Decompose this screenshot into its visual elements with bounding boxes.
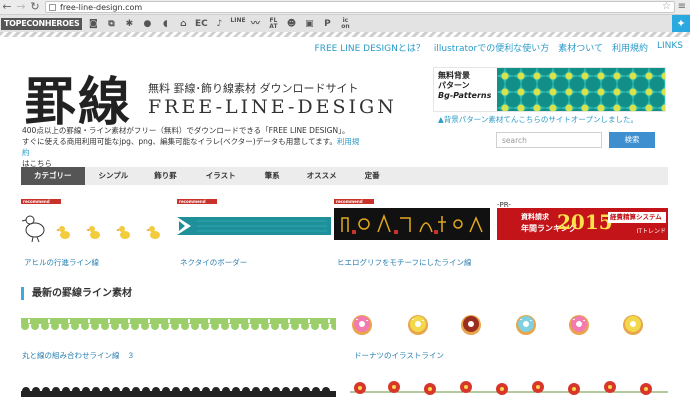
top-link-about[interactable]: FREE LINE DESIGNとは？	[315, 41, 425, 54]
top-link-links[interactable]: LINKS	[657, 41, 683, 54]
bubble-icon[interactable]: ●	[140, 18, 154, 30]
home-icon[interactable]: ⌂	[176, 18, 190, 30]
camera-icon[interactable]: ◙	[86, 18, 100, 30]
ducks-line-image[interactable]	[21, 213, 166, 243]
address-bar[interactable]: free-line-design.com ☆	[45, 1, 675, 13]
banner-line2: パターン	[438, 81, 470, 90]
top-link-materials[interactable]: 素材ついて	[558, 41, 603, 54]
card-title-tie[interactable]: ネクタイのボーダー	[180, 257, 247, 268]
smile-icon[interactable]: ☻	[284, 18, 298, 30]
browser-chrome: ← → ↻ free-line-design.com ☆ ≡	[0, 0, 690, 15]
ad-line4: ITトレンド	[636, 228, 666, 235]
forward-icon[interactable]: →	[14, 0, 28, 14]
card-title-ducks[interactable]: アヒルの行進ライン線	[24, 257, 99, 268]
icon-icon[interactable]: ic on	[338, 17, 352, 30]
recommend-badge: recommend	[21, 199, 61, 204]
latest-title-circles[interactable]: 丸と線の組み合わせライン線 ３	[22, 350, 135, 361]
back-icon[interactable]: ←	[0, 0, 14, 14]
nav-item-illust[interactable]: イラスト	[206, 167, 236, 185]
book-icon[interactable]: ▣	[302, 18, 316, 30]
banner-pattern-image	[497, 68, 665, 111]
banner-caption[interactable]: ▲背景パターン素材てんこちらのサイトオープンしました。	[438, 114, 638, 125]
nav-item-brush[interactable]: 筆系	[265, 167, 280, 185]
nav-item-category[interactable]: カテゴリー	[21, 167, 85, 185]
note-icon[interactable]: ♪	[212, 18, 226, 30]
donut-line-image[interactable]	[350, 314, 668, 336]
stripe-divider	[0, 32, 690, 37]
logo-subtitle: 無料 罫線･飾り線素材 ダウンロードサイト	[148, 82, 359, 95]
badge-icon[interactable]: ✱	[122, 18, 136, 30]
ec-icon[interactable]: EC	[194, 18, 208, 30]
copy-icon[interactable]: ⧉	[104, 18, 118, 30]
category-nav: カテゴリー シンプル 飾り罫 イラスト 筆系 オススメ 定番	[21, 167, 668, 185]
line-icon[interactable]: LINE	[230, 17, 245, 30]
twitter-icon[interactable]: ✦	[672, 15, 690, 32]
recommend-badge: recommend	[177, 199, 217, 204]
hieroglyph-line-image[interactable]	[334, 208, 490, 240]
black-lace-line-image[interactable]	[21, 383, 336, 397]
ad-year: 2015	[557, 210, 613, 234]
nav-item-standard[interactable]: 定番	[365, 167, 380, 185]
intro-line2: すぐに使える商用利用可能なjpg、png、編集可能なイラレ(ベクター)データも用…	[22, 137, 337, 146]
ad-line3: 経費精算システム部門	[608, 212, 666, 232]
card-title-hieroglyph[interactable]: ヒエログリフをモチーフにしたライン線	[337, 257, 472, 268]
tie-border-image[interactable]	[177, 211, 331, 241]
section-title: 最新の罫線ライン素材	[21, 287, 132, 300]
bookmark-star-icon[interactable]: ☆	[662, 1, 671, 12]
logo-kanji[interactable]: 罫線	[24, 60, 132, 135]
reload-icon[interactable]: ↻	[28, 0, 42, 14]
top-link-howto[interactable]: illustratorでの便利な使い方	[434, 41, 549, 54]
p-icon[interactable]: P	[320, 18, 334, 30]
latest-title-donuts[interactable]: ドーナツのイラストライン	[354, 350, 444, 361]
bubble-icon[interactable]: ◖	[158, 18, 172, 30]
banner-line1: 無料背景	[438, 71, 470, 80]
top-link-terms[interactable]: 利用規約	[612, 41, 648, 54]
nav-item-recommend[interactable]: オススメ	[307, 167, 337, 185]
intro-line2-wrap: すぐに使える商用利用可能なjpg、png、編集可能なイラレ(ベクター)データも用…	[22, 136, 362, 158]
bg-patterns-banner[interactable]: 無料背景 パターン Bg-Patterns	[433, 67, 666, 112]
page-icon	[49, 4, 56, 11]
green-circle-line-image[interactable]	[21, 318, 336, 332]
ad-line1: 資料請求	[521, 213, 549, 221]
search-button[interactable]: 検索	[609, 132, 655, 148]
url-text: free-line-design.com	[60, 3, 143, 12]
brand-label[interactable]: TOPECONHEROES	[1, 17, 83, 30]
flat-bottom-label: AT	[269, 22, 278, 30]
site-toolbar: TOPECONHEROES ◙ ⧉ ✱ ● ◖ ⌂ EC ♪ LINE 〰 FL…	[0, 15, 690, 32]
menu-icon[interactable]: ≡	[678, 1, 686, 12]
banner-line3: Bg-Patterns	[438, 91, 492, 100]
banner-text: 無料背景 パターン Bg-Patterns	[434, 68, 497, 111]
search-input[interactable]: search	[496, 132, 602, 148]
flat-icon[interactable]: FL AT	[266, 17, 280, 30]
top-links: FREE LINE DESIGNとは？ illustratorでの便利な使い方 …	[315, 41, 683, 54]
recommend-badge: recommend	[334, 199, 374, 204]
red-flower-line-image[interactable]	[350, 378, 668, 400]
ad-banner[interactable]: 資料請求 年間ランキング 2015 経費精算システム部門 ITトレンド	[497, 208, 668, 240]
nav-item-decorative[interactable]: 飾り罫	[154, 167, 177, 185]
icon-bottom-label: on	[341, 22, 350, 30]
nav-item-simple[interactable]: シンプル	[99, 167, 129, 185]
wave-icon[interactable]: 〰	[248, 18, 262, 30]
logo-english[interactable]: FREE-LINE-DESIGN	[148, 96, 397, 118]
